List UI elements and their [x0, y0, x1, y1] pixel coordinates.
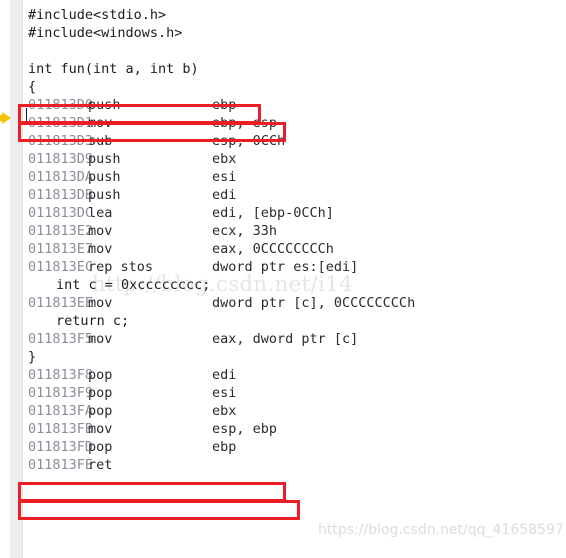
- disassembly-row[interactable]: 011813D1 mov ebp, esp: [23, 114, 566, 132]
- instruction-address: 011813DA: [28, 169, 94, 185]
- instruction-operands: edi: [212, 367, 237, 383]
- instruction-operands: edi: [212, 187, 237, 203]
- instruction-mnemonic: mov: [88, 223, 113, 239]
- text-caret: [26, 108, 27, 124]
- disassembly-row[interactable]: 011813DB push edi: [23, 186, 566, 204]
- instruction-mnemonic: pop: [88, 385, 113, 401]
- instruction-operands: esp, ebp: [212, 421, 278, 437]
- disassembly-row[interactable]: 011813D0 push ebp: [23, 96, 566, 114]
- disassembly-row[interactable]: 011813FD pop ebp: [23, 438, 566, 456]
- instruction-operands: edi, [ebp-0CCh]: [212, 205, 334, 221]
- instruction-operands: esp, 0CCh: [212, 133, 286, 149]
- instruction-mnemonic: push: [88, 97, 121, 113]
- instruction-address: 011813D1: [28, 115, 94, 131]
- disassembly-row[interactable]: 011813E7 mov eax, 0CCCCCCCCh: [23, 240, 566, 258]
- instruction-mnemonic: pop: [88, 367, 113, 383]
- editor-gutter[interactable]: [10, 0, 23, 558]
- instruction-mnemonic: sub: [88, 133, 113, 149]
- instruction-mnemonic: ret: [88, 457, 113, 473]
- instruction-operands: eax, 0CCCCCCCCh: [212, 241, 334, 257]
- instruction-mnemonic: push: [88, 187, 121, 203]
- disassembly-row[interactable]: 011813FE ret: [23, 456, 566, 474]
- disassembly-row[interactable]: 011813E2 mov ecx, 33h: [23, 222, 566, 240]
- instruction-operands: dword ptr [c], 0CCCCCCCCh: [212, 295, 416, 311]
- instruction-mnemonic: pop: [88, 439, 113, 455]
- disassembly-row[interactable]: 011813FA pop ebx: [23, 402, 566, 420]
- source-code-row: return c;: [56, 313, 130, 329]
- disassembly-row[interactable]: 011813D3 sub esp, 0CCh: [23, 132, 566, 150]
- instruction-operands: ebp: [212, 97, 237, 113]
- instruction-operands: ebx: [212, 151, 237, 167]
- watermark-corner: https://blog.csdn.net/qq_41658597: [318, 522, 564, 538]
- instruction-address: 011813EC: [28, 259, 94, 275]
- instruction-address: 011813FE: [28, 457, 94, 473]
- instruction-operands: eax, dword ptr [c]: [212, 331, 359, 347]
- instruction-mnemonic: mov: [88, 295, 113, 311]
- source-code-row: #include<windows.h>: [28, 25, 183, 41]
- disassembly-row[interactable]: 011813F8 pop edi: [23, 366, 566, 384]
- disassembly-row[interactable]: 011813DA push esi: [23, 168, 566, 186]
- instruction-address: 011813DB: [28, 187, 94, 203]
- source-code-row: #include<stdio.h>: [28, 7, 167, 23]
- instruction-operands: ebp: [212, 439, 237, 455]
- instruction-address: 011813D0: [28, 97, 94, 113]
- instruction-address: 011813FD: [28, 439, 94, 455]
- instruction-mnemonic: lea: [88, 205, 113, 221]
- instruction-mnemonic: mov: [88, 331, 113, 347]
- instruction-address: 011813E7: [28, 241, 94, 257]
- instruction-operands: ecx, 33h: [212, 223, 278, 239]
- instruction-mnemonic: pop: [88, 403, 113, 419]
- instruction-address: 011813D9: [28, 151, 94, 167]
- instruction-operands: esi: [212, 385, 237, 401]
- instruction-address: 011813F8: [28, 367, 94, 383]
- disassembly-row[interactable]: 011813F5 mov eax, dword ptr [c]: [23, 330, 566, 348]
- disassembly-row[interactable]: 011813F9 pop esi: [23, 384, 566, 402]
- instruction-operands: ebp, esp: [212, 115, 278, 131]
- instruction-address: 011813DC: [28, 205, 94, 221]
- instruction-address: 011813EE: [28, 295, 94, 311]
- source-code-row: {: [28, 79, 37, 95]
- source-code-row: }: [28, 349, 37, 365]
- disassembly-row[interactable]: 011813FB mov esp, ebp: [23, 420, 566, 438]
- instruction-operands: esi: [212, 169, 237, 185]
- disassembly-row[interactable]: 011813D9 push ebx: [23, 150, 566, 168]
- instruction-pointer-arrow-icon[interactable]: [2, 112, 11, 124]
- instruction-mnemonic: mov: [88, 421, 113, 437]
- source-code-row: int fun(int a, int b): [28, 61, 199, 77]
- instruction-operands: ebx: [212, 403, 237, 419]
- disassembly-row[interactable]: 011813EE mov dword ptr [c], 0CCCCCCCCh: [23, 294, 566, 312]
- instruction-address: 011813F5: [28, 331, 94, 347]
- instruction-address: 011813D3: [28, 133, 94, 149]
- source-code-row: [23, 42, 566, 60]
- disassembly-row[interactable]: 011813DC lea edi, [ebp-0CCh]: [23, 204, 566, 222]
- instruction-address: 011813F9: [28, 385, 94, 401]
- instruction-mnemonic: mov: [88, 241, 113, 257]
- instruction-mnemonic: push: [88, 169, 121, 185]
- instruction-mnemonic: mov: [88, 115, 113, 131]
- watermark-center: http://blog.csdn.net/i14: [92, 272, 354, 296]
- instruction-address: 011813FA: [28, 403, 94, 419]
- instruction-mnemonic: push: [88, 151, 121, 167]
- instruction-address: 011813FB: [28, 421, 94, 437]
- instruction-address: 011813E2: [28, 223, 94, 239]
- disassembly-view[interactable]: #include<stdio.h> #include<windows.h> int …: [0, 0, 566, 558]
